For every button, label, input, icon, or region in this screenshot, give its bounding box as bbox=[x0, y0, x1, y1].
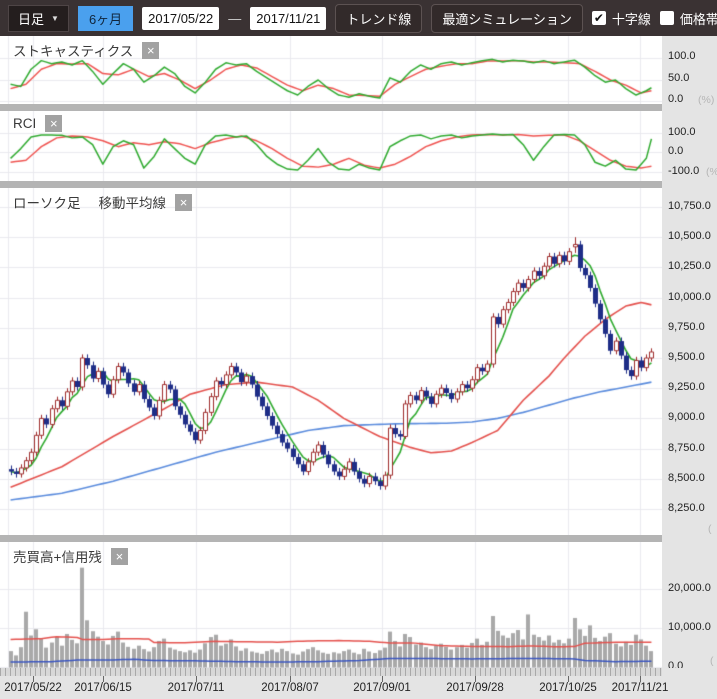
axis-tick: 50.0 bbox=[668, 72, 689, 84]
axis-tick: 8,750.0 bbox=[668, 442, 705, 454]
date-range-separator: — bbox=[228, 11, 241, 26]
axis-tick: 0.0 bbox=[668, 145, 683, 157]
panel-title-label: RCI bbox=[13, 116, 36, 131]
axis-tick: 10,000.0 bbox=[668, 291, 711, 303]
close-icon[interactable]: × bbox=[175, 194, 192, 211]
axis-tick: 10,250.0 bbox=[668, 260, 711, 272]
axis-tick: 9,250.0 bbox=[668, 381, 705, 393]
axis-unit: (%) bbox=[698, 94, 714, 106]
timeframe-value: 日足 bbox=[18, 9, 44, 28]
x-axis-date-label: 2017/05/22 bbox=[4, 682, 62, 694]
checkbox-unchecked-icon bbox=[660, 11, 674, 25]
panel-separator bbox=[0, 181, 717, 188]
x-axis-date-label: 2017/09/01 bbox=[353, 682, 411, 694]
rci-chart-canvas[interactable] bbox=[0, 111, 662, 181]
price-band-checkbox[interactable]: 価格帯 bbox=[660, 9, 717, 28]
x-axis-date-label: 2017/06/15 bbox=[74, 682, 132, 694]
axis-tick: 10,000.0 bbox=[668, 621, 711, 633]
close-icon[interactable]: × bbox=[142, 42, 159, 59]
chevron-down-icon: ▼ bbox=[51, 14, 59, 23]
axis-tick: 9,750.0 bbox=[668, 321, 705, 333]
x-axis-date-label: 2017/09/28 bbox=[446, 682, 504, 694]
x-axis-date-label: 2017/07/11 bbox=[168, 682, 225, 694]
axis-tick: -100.0 bbox=[668, 165, 699, 177]
axis-tick: 100.0 bbox=[668, 50, 696, 62]
crosshair-checkbox[interactable]: ✔ 十字線 bbox=[592, 9, 651, 28]
time-scrollbar[interactable] bbox=[0, 668, 662, 676]
axis-tick: 100.0 bbox=[668, 126, 696, 138]
close-icon[interactable]: × bbox=[111, 548, 128, 565]
stochastics-panel-title: ストキャスティクス × bbox=[13, 40, 159, 60]
axis-tick: 9,000.0 bbox=[668, 411, 705, 423]
axis-tick: 10,500.0 bbox=[668, 230, 711, 242]
axis-unit: ( bbox=[708, 523, 712, 535]
x-axis-date-label: 2017/11/21 bbox=[612, 682, 669, 694]
y-axis-column: 100.0 50.0 0.0 (%) 100.0 0.0 -100.0 (%) … bbox=[662, 36, 717, 699]
axis-tick: 8,250.0 bbox=[668, 502, 705, 514]
axis-tick: 10,750.0 bbox=[668, 200, 711, 212]
volume-panel-title: 売買高+信用残 × bbox=[13, 546, 128, 566]
period-button[interactable]: 6ヶ月 bbox=[78, 6, 133, 31]
trendline-button[interactable]: トレンド線 bbox=[335, 4, 422, 33]
toolbar: 日足 ▼ 6ヶ月 2017/05/22 — 2017/11/21 トレンド線 最… bbox=[0, 0, 717, 36]
panel-separator bbox=[0, 535, 717, 542]
crosshair-label: 十字線 bbox=[612, 9, 651, 28]
x-axis: 2017/05/22 2017/06/15 2017/07/11 2017/08/07… bbox=[0, 668, 717, 699]
panel-title-label: ストキャスティクス bbox=[13, 40, 133, 60]
date-to-input[interactable]: 2017/11/21 bbox=[250, 7, 326, 30]
panel-title-label: ローソク足 bbox=[13, 192, 81, 212]
axis-tick: 20,000.0 bbox=[668, 582, 711, 594]
price-band-label: 価格帯 bbox=[680, 9, 717, 28]
candlestick-panel-title: ローソク足 移動平均線 × bbox=[13, 192, 192, 212]
optimal-simulation-button[interactable]: 最適シミュレーション bbox=[431, 4, 582, 33]
axis-unit: (%) bbox=[706, 166, 717, 178]
panel-separator bbox=[0, 104, 717, 111]
x-axis-date-label: 2017/10/25 bbox=[539, 682, 597, 694]
panel-title-label: 売買高+信用残 bbox=[13, 546, 102, 566]
axis-tick: 9,500.0 bbox=[668, 351, 705, 363]
panel-title-label-2: 移動平均線 bbox=[99, 192, 167, 212]
rci-panel-title: RCI × bbox=[13, 115, 62, 132]
timeframe-dropdown[interactable]: 日足 ▼ bbox=[8, 5, 69, 32]
close-icon[interactable]: × bbox=[45, 115, 62, 132]
date-from-input[interactable]: 2017/05/22 bbox=[142, 7, 219, 30]
candlestick-chart-canvas[interactable] bbox=[0, 188, 662, 535]
stock-chart-app: 日足 ▼ 6ヶ月 2017/05/22 — 2017/11/21 トレンド線 最… bbox=[0, 0, 717, 699]
axis-tick: 0.0 bbox=[668, 93, 683, 105]
axis-tick: 8,500.0 bbox=[668, 472, 705, 484]
axis-unit: ( bbox=[710, 655, 714, 667]
x-axis-date-label: 2017/08/07 bbox=[261, 682, 319, 694]
checkbox-checked-icon: ✔ bbox=[592, 11, 606, 25]
